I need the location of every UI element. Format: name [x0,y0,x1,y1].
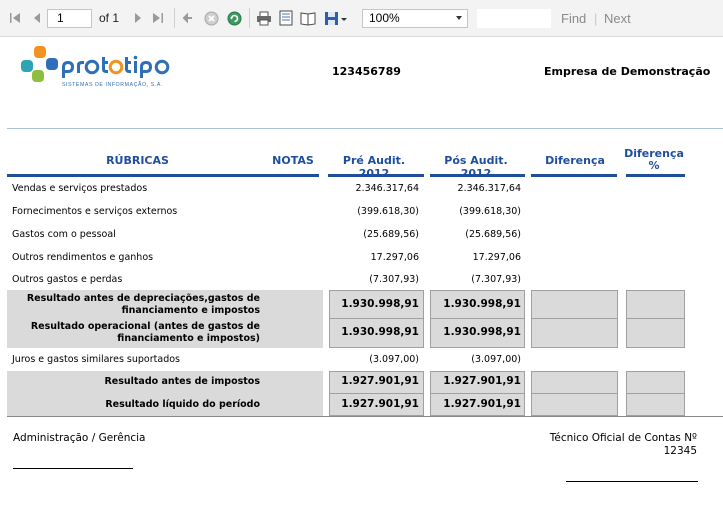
row-label: Gastos com o pessoal [12,229,116,240]
row-label: Outros gastos e perdas [12,274,123,285]
column-header-diferenca-pct: Diferença % [624,147,684,172]
column-header-notas: NOTAS [272,154,314,167]
header-underline [626,174,685,177]
row-label: Vendas e serviços prestados [12,183,148,194]
total-value-pre: 1.927.901,91 [341,375,419,387]
header-underline [7,174,319,177]
subtotal-label: Resultado antes de depreciações,gastos d… [26,293,260,316]
row-value-pos: (25.689,56) [465,229,521,240]
total-cell [626,371,685,394]
subtotal-label: Resultado operacional (antes de gastos d… [30,321,260,344]
row-value-pos: (3.097,00) [471,354,521,365]
row-label: Juros e gastos similares suportados [12,354,180,365]
row-label: Outros rendimentos e ganhos [12,252,154,263]
toolbar-separator [249,8,250,28]
report-page: SISTEMAS DE INFORMAÇÃO, S.A. 123456789 E… [0,38,723,531]
subtotal-cell [531,290,618,319]
header-underline [328,174,424,177]
company-name: Empresa de Demonstração [544,65,711,78]
divider [7,416,723,417]
export-icon[interactable] [323,9,349,27]
find-button[interactable]: Find [561,11,586,26]
refresh-icon[interactable] [226,9,242,27]
total-value-pre: 1.927.901,91 [341,398,419,410]
signature-label-admin: Administração / Gerência [13,432,146,444]
total-cell [531,371,618,394]
back-icon[interactable] [181,9,195,27]
total-value-pos: 1.927.901,91 [443,398,521,410]
toolbar-separator [174,8,175,28]
row-value-pos: 17.297,06 [472,252,521,263]
total-label: Resultado antes de impostos [104,376,260,387]
row-value-pos: (7.307,93) [471,274,521,285]
first-page-icon[interactable] [8,9,22,27]
row-value-pre: (3.097,00) [369,354,419,365]
subtotal-value-pre: 1.930.998,91 [341,298,419,310]
subtotal-value-pos: 1.930.998,91 [443,326,521,338]
chevron-down-icon [456,16,462,20]
total-value-pos: 1.927.901,91 [443,375,521,387]
report-toolbar: 1 of 1 100% Find | Next [0,0,723,37]
row-label: Fornecimentos e serviços externos [12,206,178,217]
toc-number: 12345 [663,445,697,457]
find-separator: | [594,11,598,26]
print-icon[interactable] [255,9,272,27]
subtotal-cell [626,290,685,319]
header-underline [531,174,617,177]
signature-line [566,481,698,482]
total-label: Resultado líquido do período [105,399,260,410]
row-value-pre: (399.618,30) [357,206,419,217]
stop-icon[interactable] [203,9,219,27]
company-logo: SISTEMAS DE INFORMAÇÃO, S.A. [21,46,170,88]
zoom-select[interactable]: 100% [362,9,468,28]
row-value-pre: 2.346.317,64 [355,183,419,194]
divider [7,128,723,129]
next-page-icon[interactable] [131,9,145,27]
header-underline [430,174,525,177]
find-next-button[interactable]: Next [604,11,631,26]
row-value-pre: (7.307,93) [369,274,419,285]
row-value-pre: (25.689,56) [363,229,419,240]
row-value-pre: 17.297,06 [370,252,419,263]
print-layout-icon[interactable] [300,9,316,27]
signature-label-toc: Técnico Oficial de Contas Nº [549,432,697,444]
column-header-diferenca: Diferença [545,154,605,167]
prev-page-icon[interactable] [30,9,44,27]
signature-line [13,468,133,469]
last-page-icon[interactable] [151,9,165,27]
find-input[interactable] [477,9,551,28]
company-nif: 123456789 [332,65,401,78]
subtotal-value-pre: 1.930.998,91 [341,326,419,338]
subtotal-value-pos: 1.930.998,91 [443,298,521,310]
page-setup-icon[interactable] [278,9,294,27]
svg-text:SISTEMAS DE INFORMAÇÃO, S.A.: SISTEMAS DE INFORMAÇÃO, S.A. [62,81,163,88]
column-header-rubricas: RÚBRICAS [106,154,169,167]
page-count-label: of 1 [99,11,120,25]
row-value-pos: (399.618,30) [459,206,521,217]
row-value-pos: 2.346.317,64 [457,183,521,194]
page-number-input[interactable]: 1 [47,9,92,28]
